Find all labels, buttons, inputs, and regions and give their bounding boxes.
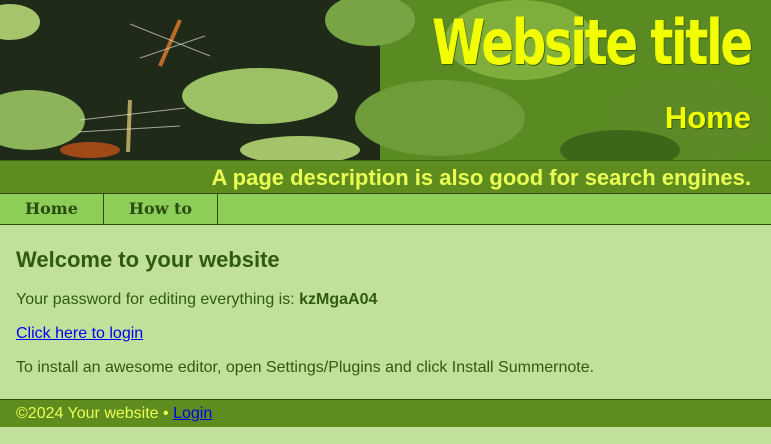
editor-note: To install an awesome editor, open Setti… <box>16 359 595 376</box>
page-name: Home <box>664 100 751 135</box>
page-heading: Welcome to your website <box>16 247 280 272</box>
footer-login-link[interactable]: Login <box>173 405 212 422</box>
login-link[interactable]: Click here to login <box>16 325 143 342</box>
password-value: kzMgaA04 <box>299 291 378 308</box>
nav-menu: Home How to <box>0 193 771 225</box>
footer: ©2024 Your website • Login <box>0 399 771 427</box>
footer-separator: • <box>158 405 174 422</box>
footer-copyright: ©2024 Your website <box>16 405 159 422</box>
login-paragraph: Click here to login <box>16 324 755 344</box>
site-title: Website title <box>432 6 753 79</box>
main-content: Welcome to your website Your password fo… <box>0 225 771 398</box>
header: Website title Home <box>0 0 771 160</box>
nav-item-home[interactable]: Home <box>0 194 104 224</box>
page-description: A page description is also good for sear… <box>0 160 771 193</box>
nav-item-how-to[interactable]: How to <box>104 194 219 224</box>
password-text: Your password for editing everything is:… <box>16 290 755 310</box>
password-label: Your password for editing everything is: <box>16 291 300 308</box>
